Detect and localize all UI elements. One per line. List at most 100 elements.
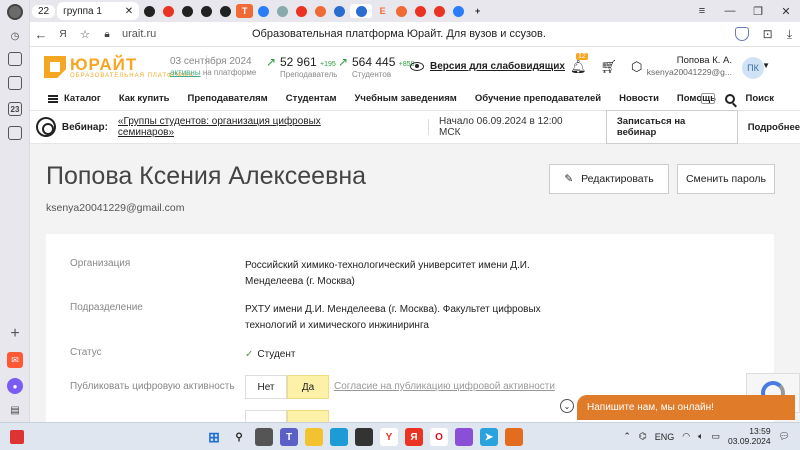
chevron-down-icon[interactable]: ⌄ [560, 399, 574, 413]
chevron-down-icon[interactable]: ▼ [762, 61, 770, 70]
menu-icon[interactable]: ≡ [688, 5, 716, 18]
shield-icon[interactable] [734, 27, 749, 41]
tab-yandex-icon[interactable] [412, 4, 429, 18]
store-icon[interactable] [355, 428, 373, 446]
active-link[interactable]: активны [170, 68, 201, 77]
volume-icon[interactable]: 🔈︎ [698, 431, 703, 442]
bookmark-icon[interactable]: ☆ [74, 28, 96, 41]
publish-no-button[interactable]: Нет [245, 375, 287, 399]
webinar-more-link[interactable]: Подробнее [748, 122, 800, 133]
next-no-button[interactable] [245, 410, 287, 422]
avatar[interactable]: ПК [742, 57, 764, 79]
matlab-icon[interactable] [505, 428, 523, 446]
menu-item-catalog[interactable]: Каталог [64, 93, 101, 104]
battery-icon[interactable]: ▭ [712, 431, 721, 442]
task-view-icon[interactable] [255, 428, 273, 446]
edit-button[interactable]: ✎ Редактировать [549, 164, 669, 194]
lang-indicator[interactable]: ENG [655, 432, 675, 442]
chat-widget-button[interactable]: Напишите нам, мы онлайн! [577, 395, 795, 420]
tab-openai-icon[interactable] [179, 4, 196, 18]
bell-icon[interactable]: 🔔︎ 12 [570, 53, 588, 75]
notifications-icon[interactable]: 💬︎ [779, 431, 790, 442]
tab-group[interactable]: группа 1 ✕ [57, 2, 140, 20]
extensions-icon[interactable]: ⊡ [763, 27, 773, 41]
tab-openai-icon[interactable] [141, 4, 158, 18]
url-field[interactable]: urait.ru [122, 28, 156, 40]
hamburger-icon[interactable] [48, 94, 58, 103]
change-password-button[interactable]: Сменить пароль [677, 164, 775, 194]
tab-diamond-icon[interactable] [450, 4, 467, 18]
panel-settings-icon[interactable]: ▤ [7, 402, 23, 418]
clock[interactable]: 13:59 03.09.2024 [728, 426, 771, 447]
windows-start-icon[interactable]: ⊞ [205, 428, 223, 446]
restore-icon[interactable]: ❐ [744, 5, 772, 18]
tab-site-t-icon[interactable]: T [236, 4, 254, 18]
downloads-icon[interactable] [8, 126, 22, 140]
opera-icon[interactable]: O [430, 428, 448, 446]
tab-yandex-icon[interactable] [293, 4, 310, 18]
yandex-icon[interactable]: Я [405, 428, 423, 446]
tab-site-e-icon[interactable]: E [374, 4, 391, 18]
bookmarks-icon[interactable] [8, 76, 22, 90]
menu-item-teacher-training[interactable]: Обучение преподавателей [475, 93, 601, 104]
search-icon[interactable] [725, 93, 736, 104]
feedback-icon[interactable] [701, 93, 716, 104]
minimize-icon[interactable]: — [716, 5, 744, 18]
tab-urait-icon[interactable] [393, 4, 410, 18]
tab-outlook-icon[interactable] [331, 4, 348, 18]
close-icon[interactable]: ✕ [125, 6, 133, 17]
tab-count[interactable]: 22 [32, 4, 56, 18]
menu-item-institutions[interactable]: Учебным заведениям [355, 93, 457, 104]
tab-active-icon[interactable] [350, 4, 373, 18]
tab-openai-icon[interactable] [198, 4, 215, 18]
search-icon[interactable]: ⚲ [230, 428, 248, 446]
field-label: Статус [70, 347, 102, 358]
search-label[interactable]: Поиск [745, 93, 774, 104]
profile-avatar[interactable] [7, 4, 23, 20]
browser-sidebar: ◷ 23 + ✉ ● ▤ [0, 0, 30, 422]
webinar-title-link[interactable]: «Группы студентов: организация цифровых … [118, 116, 378, 138]
webinar-register-button[interactable]: Записаться на вебинар [605, 110, 738, 144]
tab-openai-icon[interactable] [217, 4, 234, 18]
yandex-browser-icon[interactable]: Y [380, 428, 398, 446]
edge-icon[interactable] [330, 428, 348, 446]
collections-icon[interactable] [8, 52, 22, 66]
tab-yandex-icon[interactable] [160, 4, 177, 18]
alice-assistant-icon[interactable]: ● [7, 378, 23, 394]
tab-yandex-icon[interactable] [431, 4, 448, 18]
back-icon[interactable]: ← [30, 27, 52, 42]
new-tab-icon[interactable]: + [469, 4, 486, 18]
user-info[interactable]: Попова К. А. ksenya20041229@g... [647, 55, 732, 78]
file-explorer-icon[interactable] [305, 428, 323, 446]
publish-yes-button[interactable]: Да [287, 375, 329, 399]
box-icon[interactable]: ⬡ [631, 59, 642, 75]
mail-icon[interactable]: ✉ [7, 352, 23, 368]
history-icon[interactable]: ◷ [7, 28, 23, 44]
wifi-icon[interactable]: ◠ [682, 431, 690, 442]
next-yes-button[interactable] [287, 410, 329, 422]
notification-icon[interactable] [10, 430, 24, 444]
tab-cloud-icon[interactable] [274, 4, 291, 18]
tab-chat-icon[interactable] [255, 4, 272, 18]
telegram-icon[interactable]: ➤ [480, 428, 498, 446]
webinar-start: Начало 06.09.2024 в 12:00 МСК [439, 116, 563, 138]
add-panel-icon[interactable]: + [7, 325, 23, 342]
menu-item-how-to-buy[interactable]: Как купить [119, 93, 170, 104]
yandex-logo-icon[interactable]: Я [52, 29, 74, 40]
teams-icon[interactable]: T [280, 428, 298, 446]
close-window-icon[interactable]: ✕ [772, 5, 800, 18]
chevron-up-icon[interactable]: ⌃ [623, 431, 631, 442]
network-icon[interactable]: ⌬ [639, 431, 647, 442]
system-tray: ⌃ ⌬ ENG ◠ 🔈︎ ▭ 13:59 03.09.2024 💬︎ [623, 426, 790, 447]
menu-item-students[interactable]: Студентам [286, 93, 337, 104]
calendar-icon[interactable]: 23 [8, 102, 22, 116]
menu-item-teachers[interactable]: Преподавателям [188, 93, 268, 104]
tab-urait-icon[interactable] [312, 4, 329, 18]
download-icon[interactable]: ⤓ [787, 27, 792, 42]
cart-icon[interactable]: 🛒︎ [601, 59, 618, 75]
low-vision-link[interactable]: Версия для слабовидящих [410, 61, 565, 72]
consent-link[interactable]: Согласие на публикацию цифровой активнос… [334, 381, 555, 392]
visual-studio-icon[interactable] [455, 428, 473, 446]
address-bar: ← Я ☆ 🔒︎ urait.ru Образовательная платфо… [30, 22, 800, 47]
menu-item-news[interactable]: Новости [619, 93, 659, 104]
